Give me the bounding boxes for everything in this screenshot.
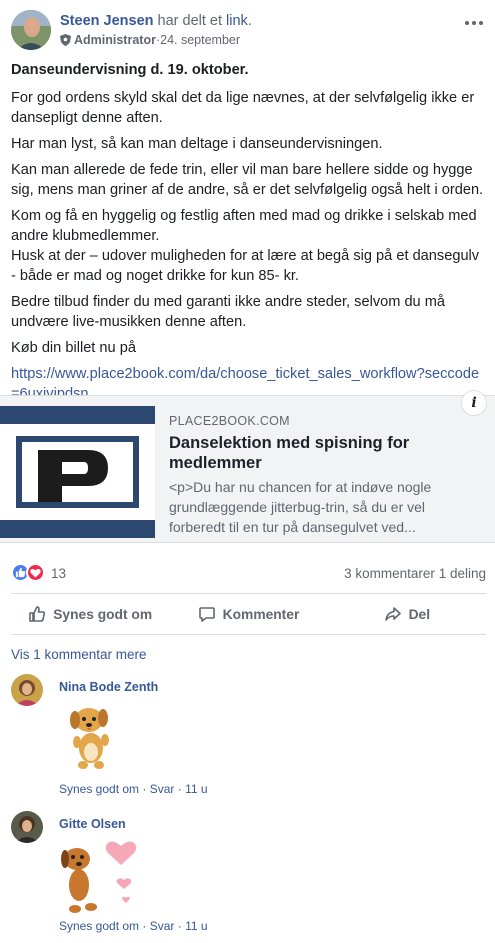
post-paragraph: Køb din billet nu på (11, 340, 136, 356)
meta-separator: · (139, 782, 150, 796)
thumbs-up-icon (29, 606, 46, 622)
commenter-name[interactable]: Gitte Olsen (59, 817, 126, 831)
post-actions: Synes godt om Kommenter Del (11, 594, 486, 634)
post-title: Danseundervisning d. 19. oktober. (11, 62, 249, 78)
post-paragraph: Husk at der – udover muligheden for at l… (11, 248, 480, 284)
post-meta: Administrator · 24. september (60, 33, 240, 47)
post-header-line: Steen Jensen har delt et link. (60, 13, 252, 29)
comment: Nina Bode Zenth Synes godt om · Svar · 1… (11, 674, 486, 799)
comment-reply-link[interactable]: Svar (150, 919, 175, 933)
shared-text: har delt et (153, 13, 227, 29)
like-button[interactable]: Synes godt om (11, 594, 169, 634)
post-paragraph: For god ordens skyld skal det da lige næ… (11, 90, 475, 126)
post-paragraph: Kom og få en hyggelig og festlig aften m… (11, 208, 477, 244)
comment-time[interactable]: 11 u (185, 782, 207, 796)
shield-icon (60, 34, 71, 46)
shared-link[interactable]: link (226, 13, 248, 29)
comment-share-counts: 3 kommentarer 1 deling (344, 566, 486, 581)
share-icon (384, 607, 401, 621)
dog-with-hearts-sticker (51, 839, 141, 917)
author-name[interactable]: Steen Jensen (60, 13, 154, 29)
love-reaction-icon (26, 563, 45, 582)
comment-meta: Synes godt om · Svar · 11 u (59, 919, 208, 933)
post-paragraph: Har man lyst, så kan man deltage i danse… (11, 136, 383, 152)
comment-reply-link[interactable]: Svar (150, 782, 175, 796)
comment-icon (198, 607, 215, 622)
comment-time[interactable]: 11 u (185, 919, 207, 933)
post-body: Danseundervisning d. 19. oktober. For go… (11, 60, 486, 410)
link-domain: PLACE2BOOK.COM (169, 414, 290, 428)
reaction-icons[interactable] (11, 563, 45, 582)
reactions-row: 13 3 kommentarer 1 deling (11, 562, 486, 586)
like-label: Synes godt om (53, 606, 153, 622)
comment: Gitte Olsen Synes godt om · Svar · 11 u (11, 811, 486, 936)
share-label: Del (408, 606, 431, 622)
view-more-comments-link[interactable]: Vis 1 kommentar mere (11, 647, 147, 662)
link-card-info: PLACE2BOOK.COM Danselektion med spisning… (169, 414, 469, 537)
more-options-icon[interactable] (462, 16, 486, 30)
reaction-count[interactable]: 13 (51, 566, 66, 581)
comment-label: Kommenter (222, 606, 300, 622)
comments-count[interactable]: 3 kommentarer (344, 566, 435, 581)
link-preview-card[interactable]: PLACE2BOOK.COM Danselektion med spisning… (0, 390, 495, 543)
comment-button[interactable]: Kommenter (169, 594, 327, 634)
comment-like-link[interactable]: Synes godt om (59, 919, 139, 933)
meta-separator: · (174, 782, 186, 796)
author-avatar[interactable] (11, 10, 51, 50)
meta-separator: · (139, 919, 150, 933)
post-date[interactable]: 24. september (160, 33, 240, 47)
role-badge: Administrator (74, 33, 156, 47)
meta-separator: · (174, 919, 186, 933)
comment-like-link[interactable]: Synes godt om (59, 782, 139, 796)
commenter-avatar[interactable] (11, 811, 43, 843)
commenter-avatar[interactable] (11, 674, 43, 706)
info-icon[interactable]: i (461, 390, 487, 416)
shares-count[interactable]: 1 deling (439, 566, 486, 581)
share-button[interactable]: Del (328, 594, 486, 634)
comment-meta: Synes godt om · Svar · 11 u (59, 782, 208, 796)
commenter-name[interactable]: Nina Bode Zenth (59, 680, 158, 694)
dog-sticker (63, 702, 123, 772)
post-paragraph: Kan man allerede de fede trin, eller vil… (11, 162, 484, 198)
link-description: <p>Du har nu chancen for at indøve nogle… (169, 479, 432, 535)
post-header: Steen Jensen har delt et link. Administr… (11, 10, 486, 52)
place2book-logo-image (0, 406, 155, 538)
link-title[interactable]: Danselektion med spisning for medlemmer (169, 433, 469, 473)
divider (11, 634, 486, 635)
shared-end: . (247, 13, 252, 29)
post-paragraph: Bedre tilbud finder du med garanti ikke … (11, 294, 445, 330)
